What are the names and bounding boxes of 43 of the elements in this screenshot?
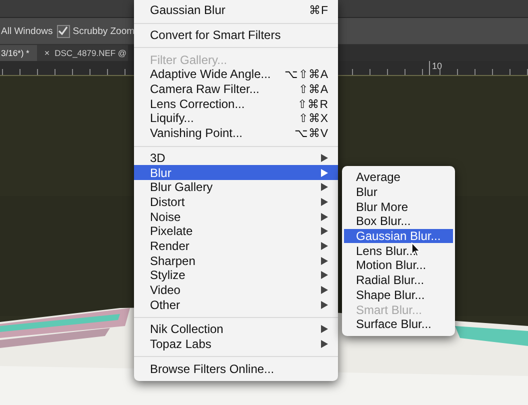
menu-item[interactable]: Motion Blur... [344,258,453,273]
menu-item[interactable]: Video [134,282,338,298]
menu-item[interactable]: Nik Collection [134,322,338,337]
ruler-label: 10 [429,61,442,75]
menu-item[interactable]: Adaptive Wide Angle... ⌥⇧⌘A [134,67,338,82]
shortcut-text: ⇧⌘R [298,98,328,111]
checkmark-icon [58,26,68,36]
menu-item[interactable]: Browse Filters Online... [134,361,338,376]
menu-item[interactable]: Blur More [344,199,453,214]
menu-item[interactable]: Distort [134,194,338,210]
document-tab[interactable]: × DSC_4879.NEF @ [37,45,128,61]
menu-item[interactable]: Average [344,170,453,185]
menu-item[interactable]: Surface Blur... [344,316,453,332]
menu-item[interactable]: Lens Correction... ⇧⌘R [134,96,338,112]
menu-item[interactable]: Shape Blur... [344,288,453,302]
menu-item[interactable]: Sharpen [134,253,338,268]
menu-item[interactable]: Radial Blur... [344,272,453,288]
menu-item[interactable]: Convert for Smart Filters [134,28,338,42]
menu-item[interactable]: Noise [134,209,338,224]
shortcut-text: ⌥⇧⌘A [284,68,328,82]
menu-item[interactable]: Lens Blur... [344,243,453,258]
menu-item[interactable]: Blur [134,165,338,180]
menu-item[interactable]: Pixelate [134,224,338,239]
scrubby-zoom-checkbox[interactable]: Scrubby Zoom [56,24,135,38]
menu-item[interactable]: Camera Raw Filter... ⇧⌘A [134,82,338,96]
menu-item[interactable]: Gaussian Blur... [344,228,453,244]
document-tab[interactable]: 3/16*) * [0,45,38,61]
menu-item[interactable]: 3D [134,150,338,166]
menu-item[interactable]: Box Blur... [344,214,453,229]
menu-item[interactable]: Stylize [134,268,338,283]
shortcut-text: ⇧⌘X [298,112,328,126]
close-icon[interactable]: × [44,48,50,58]
shortcut-text: ⌘F [308,4,328,18]
menu-item[interactable]: Blur [344,184,453,200]
menu-item[interactable]: Blur Gallery [134,180,338,195]
option-label: All Windows [1,26,53,36]
shortcut-text: ⇧⌘A [298,83,328,96]
menu-item[interactable]: Topaz Labs [134,336,338,352]
menu-item[interactable]: Liquify... ⇧⌘X [134,111,338,126]
menu-item[interactable]: Render [134,238,338,254]
menu-item[interactable]: Other [134,297,338,312]
menu-item[interactable]: Vanishing Point... ⌥⌘V [134,126,338,140]
shortcut-text: ⌥⌘V [294,127,328,140]
